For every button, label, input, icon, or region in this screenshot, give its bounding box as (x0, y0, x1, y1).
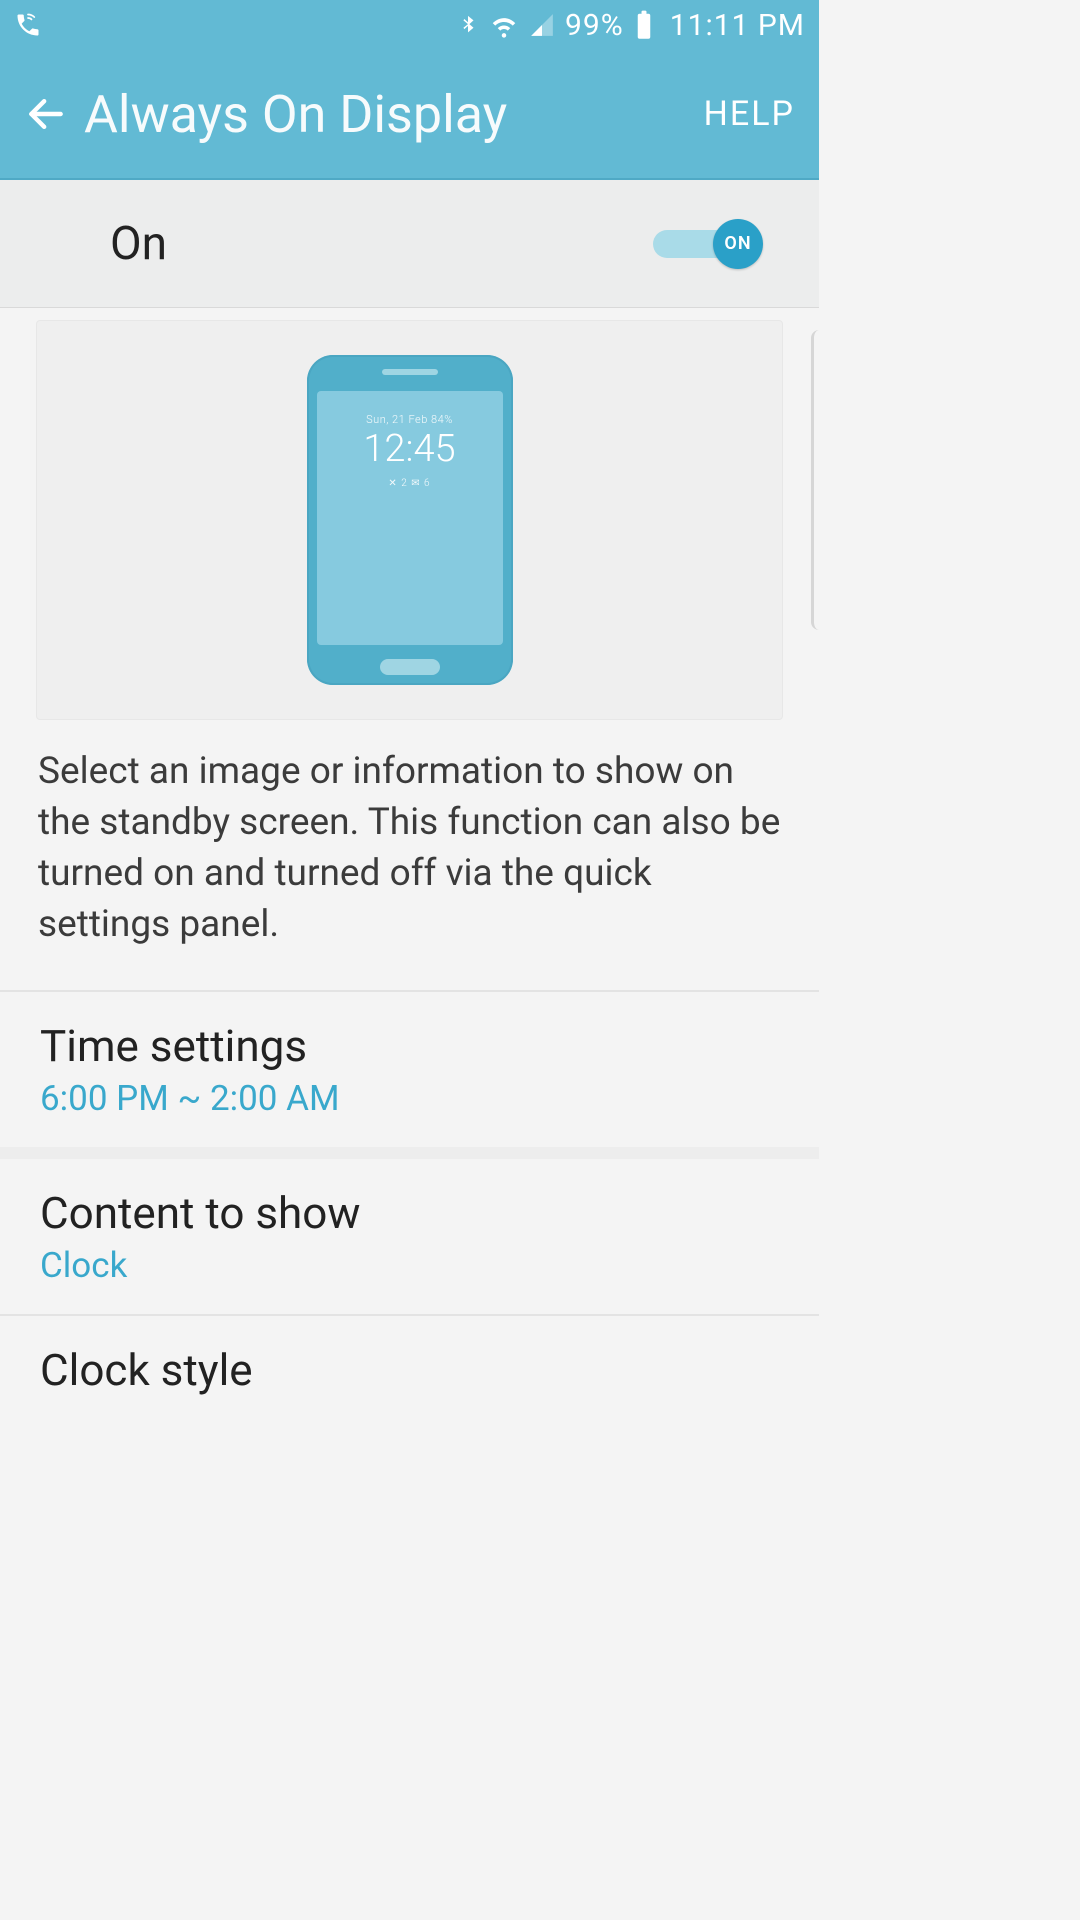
master-toggle-label: On (110, 217, 167, 271)
status-bar: 99% 11:11 PM (0, 0, 819, 50)
signal-icon (529, 12, 555, 38)
phone-illustration: Sun, 21 Feb 84% 12:45 ✕ 2 ✉ 6 (307, 355, 513, 685)
help-button[interactable]: HELP (704, 94, 795, 134)
preview-clock: 12:45 (317, 430, 503, 470)
page-title: Always On Display (84, 84, 507, 145)
preview-card[interactable]: Sun, 21 Feb 84% 12:45 ✕ 2 ✉ 6 (36, 320, 783, 720)
master-toggle-switch[interactable]: ON (653, 219, 763, 269)
switch-knob: ON (713, 219, 763, 269)
battery-percent: 99% (565, 8, 624, 43)
preview-date-line: Sun, 21 Feb 84% (317, 413, 503, 426)
setting-title: Clock style (40, 1344, 779, 1396)
battery-icon (634, 10, 654, 40)
phone-home-button (380, 659, 440, 675)
setting-title: Time settings (40, 1020, 779, 1072)
setting-clock-style[interactable]: Clock style (0, 1314, 819, 1410)
setting-content-to-show[interactable]: Content to show Clock (0, 1147, 819, 1314)
setting-value: 6:00 PM ~ 2:00 AM (40, 1078, 779, 1119)
setting-value: Clock (40, 1245, 779, 1286)
app-bar: Always On Display HELP (0, 50, 819, 180)
preview-notification-line: ✕ 2 ✉ 6 (317, 478, 503, 489)
wifi-icon (489, 10, 519, 40)
setting-time-settings[interactable]: Time settings 6:00 PM ~ 2:00 AM (0, 990, 819, 1147)
screen: 99% 11:11 PM Always On Display HELP On O… (0, 0, 819, 1456)
edge-panel-handle[interactable] (811, 330, 819, 630)
back-button[interactable] (24, 92, 68, 136)
content: Sun, 21 Feb 84% 12:45 ✕ 2 ✉ 6 Select an … (0, 320, 819, 1410)
master-toggle-row[interactable]: On ON (0, 180, 819, 308)
phone-screen: Sun, 21 Feb 84% 12:45 ✕ 2 ✉ 6 (317, 391, 503, 645)
phone-speaker (382, 369, 438, 375)
bluetooth-icon (457, 10, 479, 40)
settings-list: Time settings 6:00 PM ~ 2:00 AM Content … (0, 990, 819, 1410)
setting-title: Content to show (40, 1187, 779, 1239)
description-text: Select an image or information to show o… (0, 738, 819, 990)
wifi-calling-icon (14, 11, 42, 39)
status-time: 11:11 PM (664, 8, 805, 43)
